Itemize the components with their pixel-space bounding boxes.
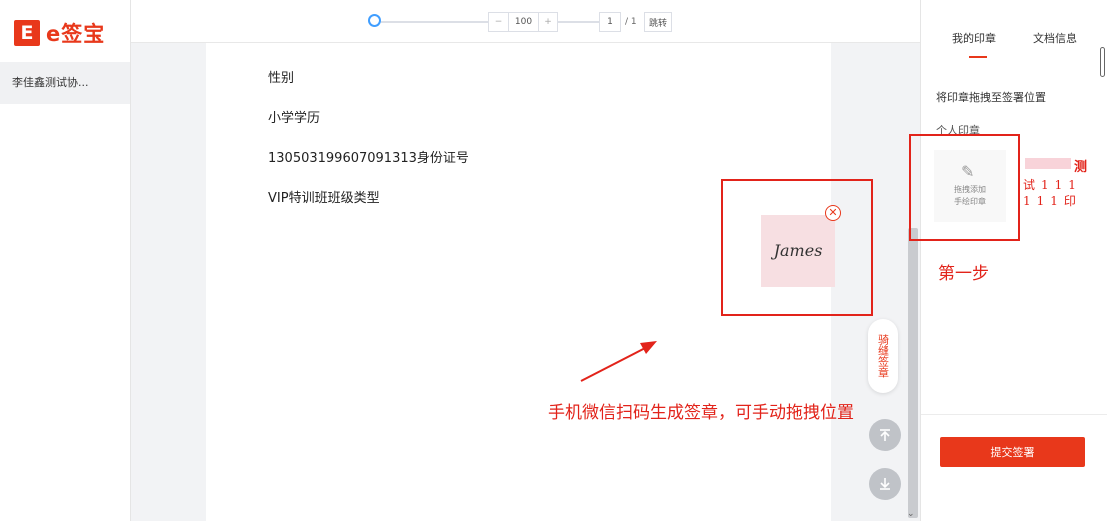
step-one-label: 第一步: [938, 264, 989, 284]
sidebar-item-document[interactable]: 李佳鑫测试协...: [0, 62, 130, 104]
step-highlight-frame: [909, 134, 1020, 241]
document-page: 性别 小学学历 130503199607091313身份证号 VIP特训班班级类…: [206, 43, 873, 521]
active-tab-indicator: [969, 56, 987, 58]
brand-logo: E e签宝: [14, 20, 105, 46]
zoom-slider-thumb[interactable]: [368, 14, 381, 27]
tab-document-info[interactable]: 文档信息: [1033, 30, 1077, 46]
doc-field-gender: 性别: [268, 71, 295, 86]
jump-button[interactable]: 跳转: [644, 12, 672, 32]
ride-seal-button[interactable]: 骑缝签章: [868, 319, 898, 393]
zoom-in-button[interactable]: +: [538, 12, 558, 32]
seal-panel: 我的印章 文档信息 将印章拖拽至签署位置 个人印章 ✎ 拖拽添加 手绘印章 测 …: [909, 0, 1107, 521]
zoom-out-button[interactable]: −: [488, 12, 509, 32]
document-scrollbar[interactable]: [908, 228, 918, 518]
stamp-char-top: 测: [1074, 160, 1088, 175]
drag-hint: 将印章拖拽至签署位置: [936, 91, 1046, 104]
document-viewer[interactable]: 性别 小学学历 130503199607091313身份证号 VIP特训班班级类…: [131, 43, 920, 521]
viewer-toolbar: − 100 + 1 / 1 跳转: [131, 0, 920, 43]
logo-mark: E: [14, 20, 40, 46]
signature-text: James: [773, 241, 823, 260]
submit-sign-button[interactable]: 提交签署: [940, 437, 1085, 467]
sidebar: E e签宝 李佳鑫测试协...: [0, 0, 131, 521]
page-number-input[interactable]: 1: [599, 12, 621, 32]
stamp-blurred-name: [1025, 158, 1071, 169]
signature-stamp[interactable]: James: [761, 215, 835, 287]
chevron-down-icon[interactable]: ⌄: [907, 509, 915, 519]
doc-field-id-number: 130503199607091313身份证号: [268, 151, 469, 166]
arrow-to-bottom-icon[interactable]: [869, 468, 901, 500]
stamp-row-1: 试111: [1023, 178, 1082, 192]
doc-field-education: 小学学历: [268, 111, 321, 126]
zoom-value-input[interactable]: 100: [509, 12, 538, 32]
logo-text: e签宝: [46, 22, 106, 46]
panel-scrollbar[interactable]: [1100, 47, 1105, 77]
arrow-to-top-icon[interactable]: [869, 419, 901, 451]
close-circle-icon[interactable]: ✕: [825, 205, 841, 221]
page-total: / 1: [625, 17, 637, 27]
divider: [921, 414, 1107, 415]
doc-field-class-type: VIP特训班班级类型: [268, 191, 380, 206]
stamp-row-2: 111印: [1023, 194, 1082, 208]
annotation-text: 手机微信扫码生成签章，可手动拖拽位置: [548, 403, 854, 423]
personal-seal-stamp[interactable]: 测 试111 111印: [1021, 154, 1093, 216]
tab-my-seals[interactable]: 我的印章: [952, 30, 996, 46]
